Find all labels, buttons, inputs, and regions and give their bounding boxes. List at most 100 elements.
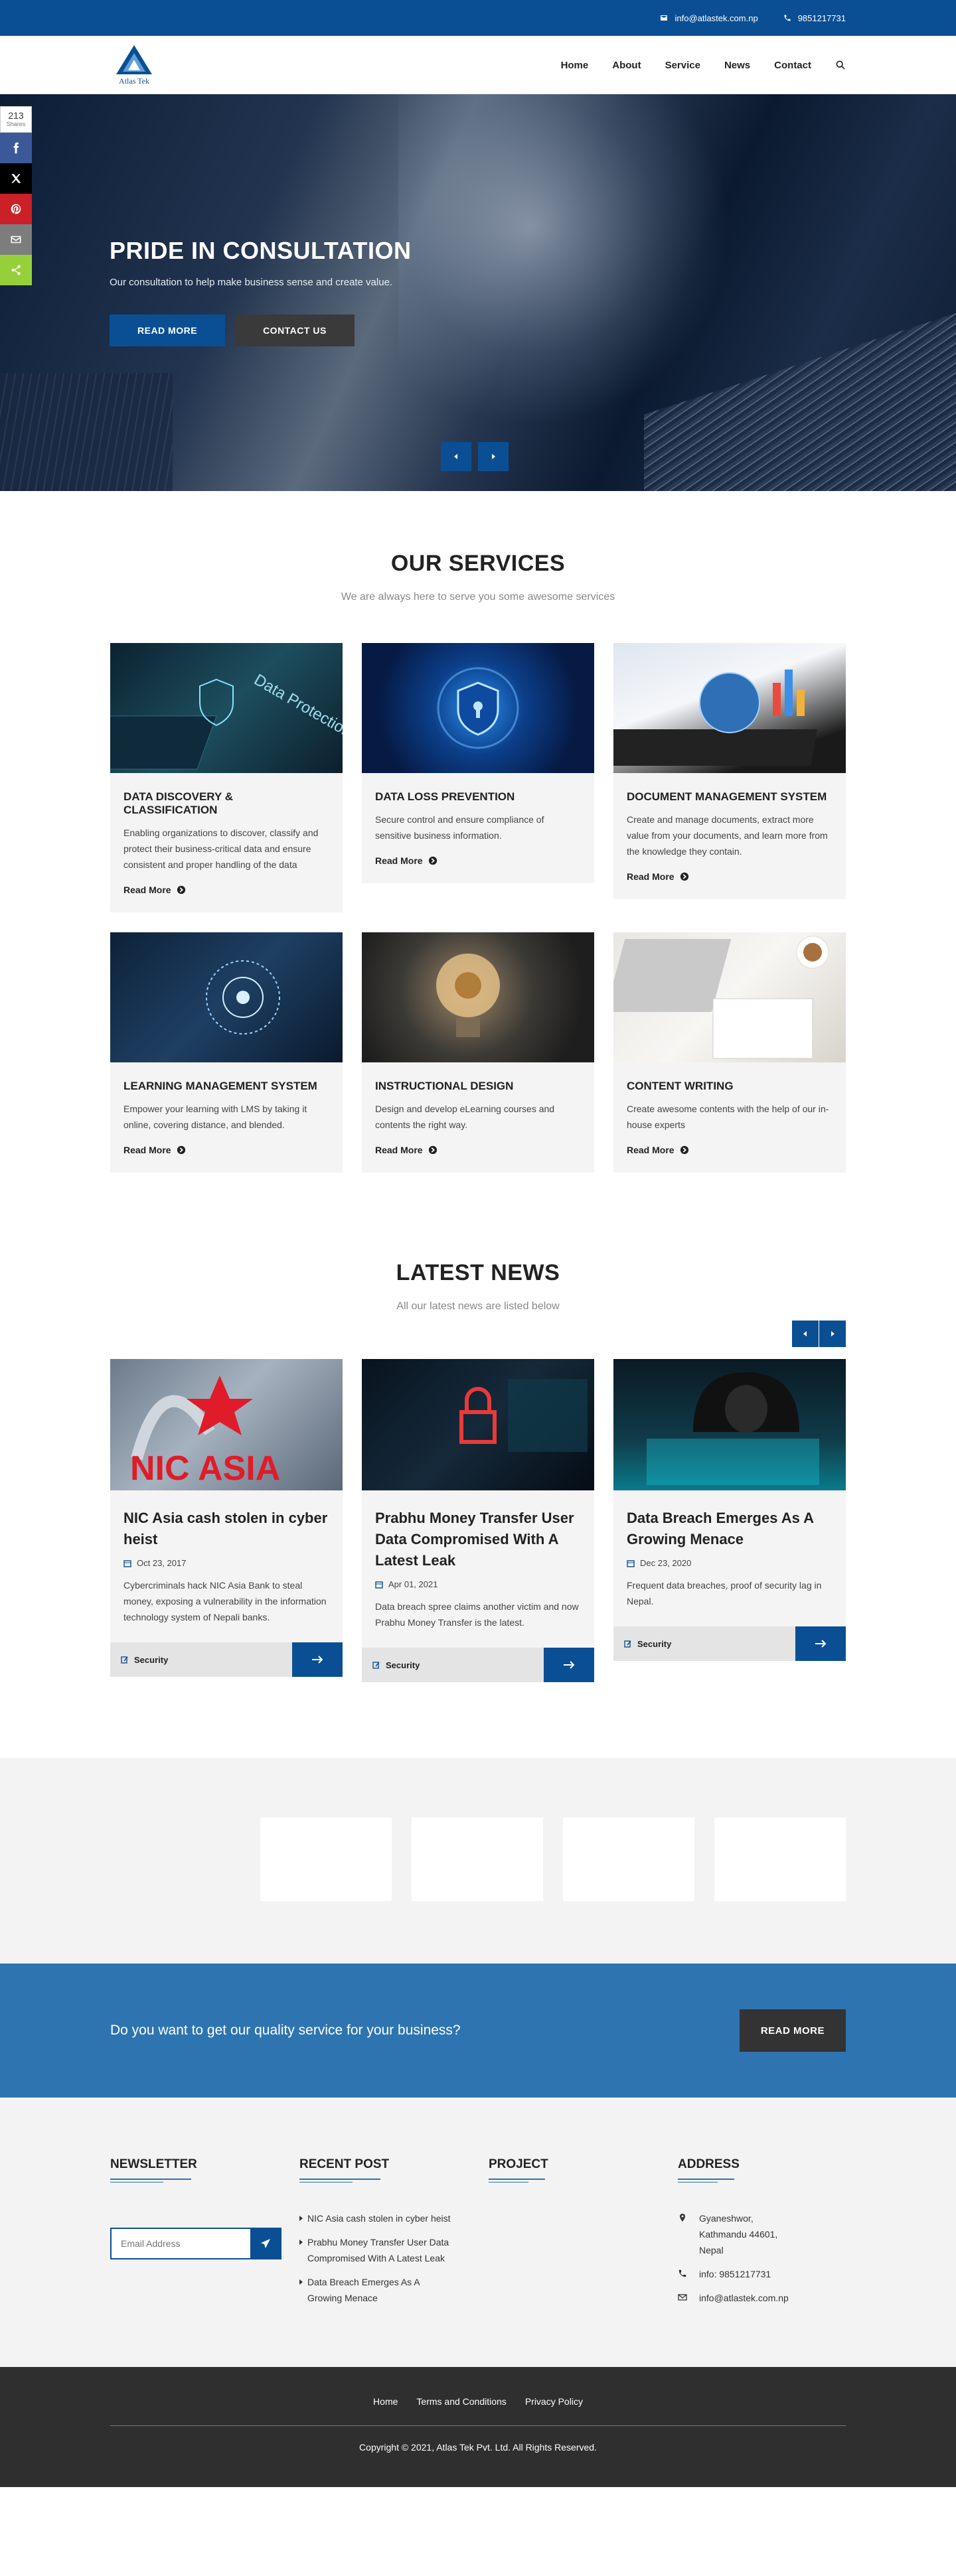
edit-icon — [624, 1640, 631, 1648]
nav-about[interactable]: About — [612, 60, 641, 71]
nav-menu: Home About Service News Contact — [561, 60, 846, 71]
hero-next-button[interactable] — [478, 442, 509, 471]
share-count-number: 213 — [8, 110, 24, 121]
sharethis-button[interactable] — [0, 255, 32, 285]
hero-read-more-button[interactable]: READ MORE — [110, 315, 226, 346]
cta-read-more-button[interactable]: READ MORE — [739, 2009, 846, 2052]
pinterest-share-button[interactable] — [0, 194, 32, 224]
red-lock-illustration — [459, 1379, 588, 1452]
news-read-button[interactable] — [795, 1626, 846, 1661]
x-share-button[interactable] — [0, 163, 32, 194]
top-bar: info@atlastek.com.np 9851217731 — [0, 0, 956, 36]
cta-text: Do you want to get our quality service f… — [110, 2023, 461, 2038]
topbar-phone[interactable]: 9851217731 — [783, 13, 846, 23]
site-logo[interactable]: Atlas Tek — [110, 44, 158, 86]
footer-link-terms[interactable]: Terms and Conditions — [416, 2396, 506, 2407]
service-read-more-link[interactable]: Read More — [627, 1145, 833, 1155]
caret-left-icon — [803, 1331, 807, 1336]
news-category-text: Security — [134, 1654, 169, 1665]
footer-link-privacy[interactable]: Privacy Policy — [525, 2396, 583, 2407]
news-image-nic-asia: NIC ASIA — [110, 1359, 343, 1490]
hero-content: PRIDE IN CONSULTATION Our consultation t… — [110, 237, 412, 346]
footer-project: PROJECT — [489, 2157, 678, 2314]
newsletter-submit-button[interactable] — [250, 2229, 280, 2258]
partner-logo[interactable] — [412, 1818, 543, 1901]
partner-logo[interactable] — [563, 1818, 694, 1901]
address-location-text: Gyaneshwor, Kathmandu 44601, Nepal — [699, 2213, 778, 2255]
service-card: DOCUMENT MANAGEMENT SYSTEM Create and ma… — [613, 643, 846, 899]
services-subtitle: We are always here to serve you some awe… — [341, 591, 615, 603]
footer-link-home[interactable]: Home — [373, 2396, 398, 2407]
nav-home[interactable]: Home — [561, 60, 589, 71]
services-section: OUR SERVICES We are always here to serve… — [0, 491, 956, 1173]
title-underline — [110, 2179, 191, 2180]
news-prev-button[interactable] — [792, 1321, 819, 1347]
news-section: LATEST NEWS All our latest news are list… — [0, 1173, 956, 1682]
hero-prev-button[interactable] — [441, 442, 471, 471]
newsletter-email-input[interactable] — [112, 2229, 250, 2258]
service-card: INSTRUCTIONAL DESIGN Design and develop … — [362, 932, 594, 1173]
service-read-more-link[interactable]: Read More — [375, 855, 581, 866]
topbar-phone-text: 9851217731 — [797, 13, 846, 23]
news-category[interactable]: Security — [362, 1660, 420, 1670]
edit-icon — [372, 1662, 380, 1669]
service-read-more-link[interactable]: Read More — [375, 1145, 581, 1155]
nav-news[interactable]: News — [724, 60, 750, 71]
service-text: Design and develop eLearning courses and… — [375, 1104, 555, 1130]
service-card: CONTENT WRITING Create awesome contents … — [613, 932, 846, 1173]
news-category[interactable]: Security — [613, 1639, 671, 1649]
arrow-circle-right-icon — [428, 1145, 437, 1155]
news-next-button[interactable] — [819, 1321, 846, 1347]
edit-icon — [121, 1656, 128, 1664]
recent-post-link[interactable]: NIC Asia cash stolen in cyber heist — [299, 2210, 452, 2226]
x-icon — [11, 174, 21, 183]
hero-contact-us-button[interactable]: CONTACT US — [235, 315, 355, 346]
share-sidebar: 213 Shares — [0, 106, 32, 285]
newsletter-title: NEWSLETTER — [110, 2157, 197, 2171]
news-date: Dec 23, 2020 — [627, 1558, 833, 1568]
service-title: DATA DISCOVERY & CLASSIFICATION — [123, 790, 233, 816]
news-date-text: Apr 01, 2021 — [388, 1579, 438, 1589]
news-read-button[interactable] — [292, 1642, 343, 1677]
service-image-data-protection: Data Protection — [110, 643, 343, 773]
recent-post-title: RECENT POST — [299, 2157, 390, 2171]
nav-service[interactable]: Service — [665, 60, 700, 71]
recent-post-link[interactable]: Prabhu Money Transfer User Data Compromi… — [299, 2234, 452, 2266]
recent-post-link[interactable]: Data Breach Emerges As A Growing Menace — [299, 2274, 452, 2306]
news-date-text: Dec 23, 2020 — [640, 1558, 692, 1568]
news-date: Apr 01, 2021 — [375, 1579, 581, 1589]
nav-contact[interactable]: Contact — [774, 60, 811, 71]
nic-asia-illustration: NIC ASIA — [130, 1376, 280, 1488]
copyright-text: Copyright © 2021, Atlas Tek Pvt. Ltd. Al… — [359, 2442, 597, 2453]
partner-logo[interactable] — [714, 1818, 846, 1901]
topbar-email[interactable]: info@atlastek.com.np — [660, 13, 758, 23]
partner-logo[interactable] — [260, 1818, 392, 1901]
news-title: LATEST NEWS — [396, 1260, 560, 1285]
address-email[interactable]: info@atlastek.com.np — [678, 2290, 846, 2306]
news-card: NIC ASIA NIC Asia cash stolen in cyber h… — [110, 1359, 343, 1677]
news-category[interactable]: Security — [110, 1655, 168, 1665]
news-card: Prabhu Money Transfer User Data Compromi… — [362, 1359, 594, 1682]
title-underline — [489, 2179, 545, 2180]
news-date-text: Oct 23, 2017 — [137, 1558, 187, 1568]
address-phone[interactable]: info: 9851217731 — [678, 2266, 846, 2282]
news-subtitle: All our latest news are listed below — [396, 1301, 560, 1312]
topbar-email-text: info@atlastek.com.np — [675, 13, 758, 23]
facebook-share-button[interactable] — [0, 133, 32, 163]
calendar-icon — [123, 1559, 131, 1567]
envelope-icon — [678, 2294, 687, 2301]
read-more-label: Read More — [123, 1145, 171, 1155]
read-more-label: Read More — [627, 871, 675, 882]
search-icon[interactable] — [835, 60, 846, 70]
service-read-more-link[interactable]: Read More — [123, 1145, 329, 1155]
service-read-more-link[interactable]: Read More — [627, 871, 833, 882]
news-read-button[interactable] — [544, 1648, 594, 1682]
service-image-content — [613, 932, 846, 1062]
service-read-more-link[interactable]: Read More — [123, 885, 329, 895]
caret-left-icon — [454, 454, 457, 459]
email-share-button[interactable] — [0, 224, 32, 255]
service-image-dlp — [362, 643, 594, 773]
lms-illustration — [206, 960, 280, 1035]
services-title: OUR SERVICES — [390, 551, 566, 576]
footer-address: ADDRESS Gyaneshwor, Kathmandu 44601, Nep… — [678, 2157, 846, 2314]
